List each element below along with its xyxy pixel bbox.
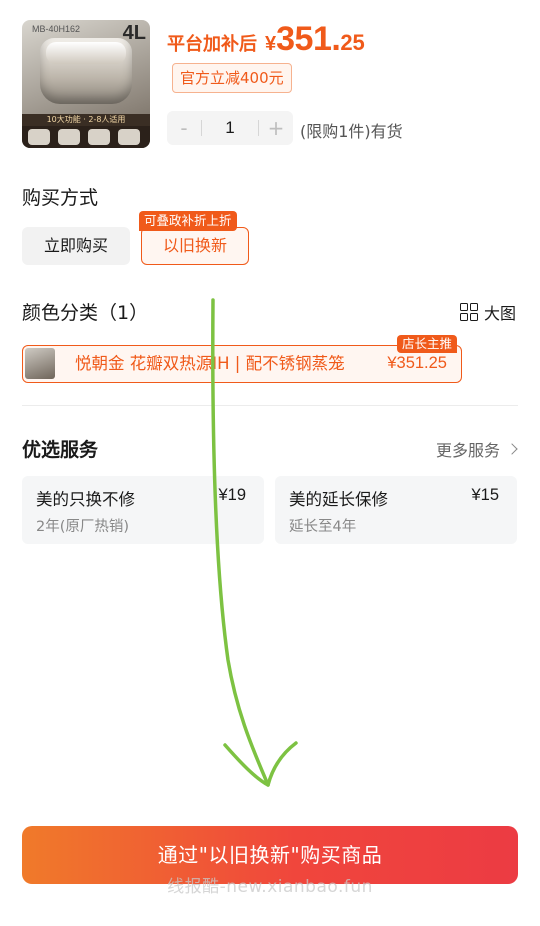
- accessory-image: [88, 129, 110, 145]
- more-services-label: 更多服务: [435, 441, 500, 460]
- service-card[interactable]: 美的只换不修 ¥19 2年(原厂热销): [22, 476, 264, 544]
- rice-cooker-lid-image: [46, 42, 126, 64]
- price-currency: ¥: [265, 33, 277, 55]
- quantity-minus-button[interactable]: -: [167, 111, 201, 145]
- option-trade-in[interactable]: 以旧换新: [141, 227, 249, 265]
- accessory-image: [28, 129, 50, 145]
- accessory-image: [118, 129, 140, 145]
- big-view-label: 大图: [483, 304, 516, 323]
- service-card[interactable]: 美的延长保修 ¥15 延长至4年: [275, 476, 517, 544]
- watermark: 线报酷-new.xianbao.fun: [167, 877, 373, 897]
- service-name: 美的只换不修: [36, 490, 135, 509]
- section-divider: [22, 405, 518, 406]
- accessory-image: [58, 129, 80, 145]
- quantity-input[interactable]: 1: [202, 111, 258, 145]
- variant-name: 悦朝金 花瓣双热源IH | 配不锈钢蒸笼: [75, 354, 345, 373]
- grid-icon: [459, 303, 478, 321]
- thumb-model-text: MB-40H162: [32, 24, 81, 34]
- quantity-stepper: - 1 +: [167, 111, 293, 145]
- thumb-feature-band: 10大功能 · 2-8人适用: [22, 114, 150, 126]
- product-thumbnail[interactable]: MB-40H162 4L 10大功能 · 2-8人适用: [22, 20, 150, 148]
- price-value: ¥351.25: [265, 20, 365, 59]
- trade-in-badge: 可叠政补折上折: [139, 211, 237, 231]
- option-buy-now[interactable]: 立即购买: [22, 227, 130, 265]
- services-title: 优选服务: [22, 439, 99, 461]
- color-section-title: 颜色分类（1）: [22, 302, 149, 324]
- annotation-arrow-head: [223, 741, 298, 787]
- thumb-accessory-strip: [22, 126, 150, 148]
- service-desc: 延长至4年: [289, 519, 357, 535]
- stock-status: (限购1件)有货: [300, 122, 403, 141]
- service-price: ¥19: [218, 486, 246, 504]
- service-name: 美的延长保修: [289, 490, 388, 509]
- big-view-toggle[interactable]: 大图: [459, 300, 516, 324]
- service-price: ¥15: [471, 486, 499, 504]
- price-decimal: 25: [340, 30, 365, 55]
- chevron-right-icon: [506, 443, 518, 455]
- price-label: 平台加补后: [167, 34, 257, 55]
- service-desc: 2年(原厂热销): [36, 519, 130, 535]
- variant-recommend-badge: 店长主推: [397, 335, 458, 353]
- variant-thumbnail: [25, 348, 55, 379]
- more-services-link[interactable]: 更多服务: [435, 437, 518, 461]
- quantity-plus-button[interactable]: +: [259, 111, 293, 145]
- discount-tag: 官方立减400元: [172, 63, 292, 93]
- color-variant-option[interactable]: 悦朝金 花瓣双热源IH | 配不锈钢蒸笼 ¥351.25: [22, 345, 462, 383]
- price-integer: 351.: [276, 20, 341, 58]
- purchase-method-title: 购买方式: [22, 187, 99, 209]
